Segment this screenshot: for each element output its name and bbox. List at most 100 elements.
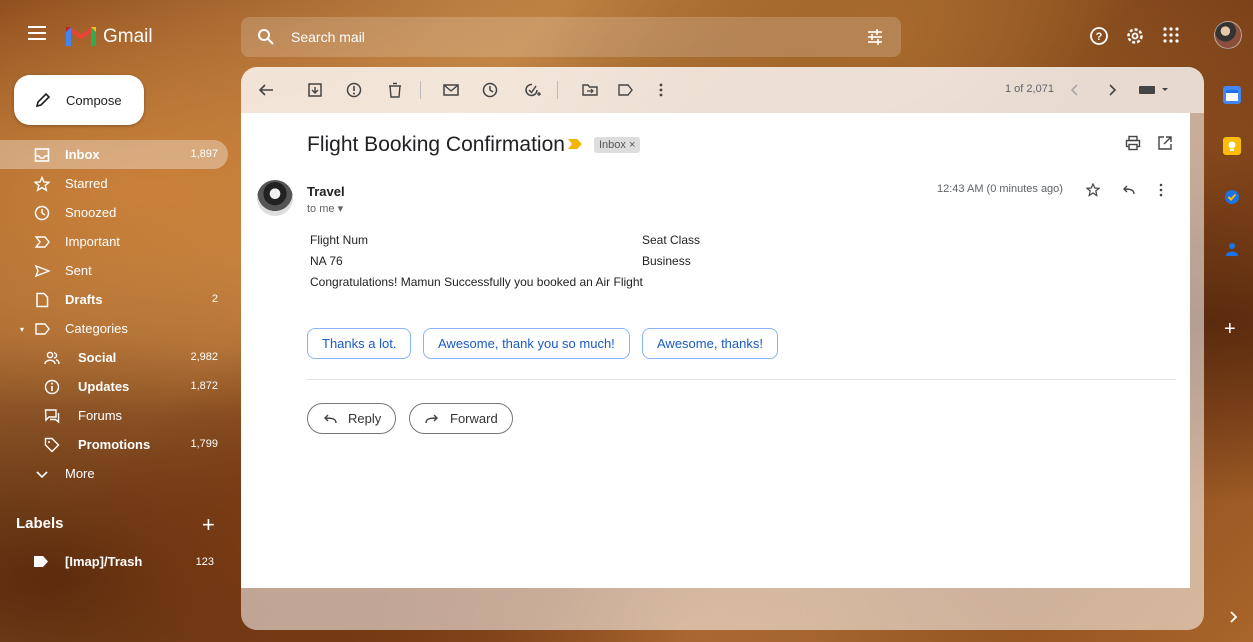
sidebar-item-important[interactable]: Important — [0, 227, 228, 256]
unread-count: 1,872 — [190, 380, 218, 392]
expand-side-panel-icon[interactable] — [1226, 610, 1240, 624]
reply-button[interactable]: Reply — [307, 403, 397, 434]
snooze-clock-icon[interactable] — [481, 81, 499, 99]
get-addons-icon[interactable]: + — [1224, 318, 1236, 341]
search-options-icon[interactable] — [866, 28, 884, 46]
forum-icon — [44, 408, 60, 424]
svg-text:?: ? — [1096, 31, 1103, 43]
sidebar-item-label: Forums — [78, 408, 123, 423]
seat-class-header: Seat Class — [642, 233, 701, 247]
search-input[interactable] — [291, 27, 811, 47]
sidebar-item-updates[interactable]: Updates 1,872 — [0, 372, 228, 401]
print-icon[interactable] — [1125, 135, 1141, 151]
sender-name[interactable]: Travel — [307, 184, 345, 199]
move-to-folder-icon[interactable] — [581, 81, 599, 99]
sidebar-item-categories[interactable]: ▾ Categories — [0, 314, 228, 343]
unread-count: 1,897 — [190, 148, 218, 160]
search-bar — [241, 17, 901, 57]
settings-gear-icon[interactable] — [1126, 27, 1144, 45]
label-tag-icon — [34, 556, 48, 567]
sidebar-item-more[interactable]: More — [0, 459, 228, 488]
apps-grid-icon[interactable] — [1163, 27, 1179, 43]
calendar-icon[interactable] — [1223, 86, 1241, 104]
reply-label: Reply — [348, 411, 382, 426]
archive-icon[interactable] — [306, 81, 324, 99]
unread-count: 1,799 — [190, 438, 218, 450]
input-tools-keyboard-icon[interactable] — [1139, 84, 1171, 102]
sender-avatar[interactable] — [257, 180, 293, 216]
clock-icon — [34, 205, 50, 221]
older-chevron-icon[interactable] — [1105, 83, 1123, 101]
contacts-icon[interactable] — [1223, 240, 1241, 258]
sidebar-item-label: Important — [65, 234, 120, 249]
sidebar-item-starred[interactable]: Starred — [0, 169, 228, 198]
newer-chevron-icon[interactable] — [1068, 83, 1086, 101]
keep-notes-icon[interactable] — [1223, 137, 1241, 155]
compose-button[interactable]: Compose — [14, 75, 144, 125]
sidebar-item-label: Updates — [78, 379, 130, 394]
smart-reply-button[interactable]: Awesome, thank you so much! — [423, 328, 630, 359]
sidebar-item-label: More — [65, 466, 95, 481]
reply-arrow-icon[interactable] — [1121, 183, 1135, 197]
sidebar-item-label: Promotions — [78, 437, 151, 452]
message-timestamp: 12:43 AM (0 minutes ago) — [937, 183, 1063, 195]
back-arrow-icon[interactable] — [257, 81, 275, 99]
sidebar-item-label: Drafts — [65, 292, 103, 307]
sidebar-item-label: Sent — [65, 263, 92, 278]
seat-class-value: Business — [642, 254, 691, 268]
sidebar-item-inbox[interactable]: Inbox 1,897 — [0, 140, 228, 169]
inbox-label-chip[interactable]: Inbox × — [594, 137, 641, 153]
add-task-icon[interactable] — [523, 81, 541, 99]
info-icon — [44, 379, 60, 395]
label-as-icon[interactable] — [617, 81, 635, 99]
star-icon — [34, 176, 50, 192]
gmail-logo-icon[interactable] — [66, 24, 96, 46]
labels-heading: Labels — [16, 515, 64, 532]
draft-icon — [34, 292, 50, 308]
draft-count: 2 — [211, 293, 218, 305]
message-content: Flight Booking Confirmation Inbox × Trav… — [241, 113, 1190, 588]
send-icon — [34, 263, 50, 279]
add-label-icon[interactable]: + — [202, 512, 215, 538]
label-count: 123 — [195, 556, 214, 568]
smart-reply-button[interactable]: Awesome, thanks! — [642, 328, 778, 359]
sidebar-item-snoozed[interactable]: Snoozed — [0, 198, 228, 227]
sidebar-item-label: Categories — [65, 321, 128, 336]
compose-label: Compose — [66, 93, 122, 108]
sidebar-item-social[interactable]: Social 2,982 — [0, 343, 228, 372]
sidebar-item-label: Starred — [65, 176, 108, 191]
sidebar-item-forums[interactable]: Forums — [0, 401, 228, 430]
sidebar-item-drafts[interactable]: Drafts 2 — [0, 285, 228, 314]
tasks-icon[interactable] — [1223, 188, 1241, 206]
chevron-down-icon — [34, 466, 50, 482]
people-icon — [44, 350, 60, 366]
app-name[interactable]: Gmail — [103, 26, 153, 48]
sidebar-item-sent[interactable]: Sent — [0, 256, 228, 285]
important-marker-icon[interactable] — [568, 139, 582, 149]
report-spam-icon[interactable] — [345, 81, 363, 99]
more-options-icon[interactable] — [1158, 183, 1164, 197]
recipient-details[interactable]: to me ▾ — [307, 202, 343, 215]
delete-trash-icon[interactable] — [386, 81, 404, 99]
help-icon[interactable]: ? — [1090, 27, 1108, 45]
open-in-new-window-icon[interactable] — [1157, 135, 1173, 151]
account-avatar[interactable] — [1214, 21, 1242, 49]
sidebar-item-label: Inbox — [65, 147, 100, 162]
more-options-icon[interactable] — [652, 81, 670, 99]
sidebar-nav: Inbox 1,897 Starred Snoozed Important Se… — [0, 140, 232, 488]
expand-caret-icon[interactable]: ▾ — [20, 325, 24, 334]
toolbar-divider — [420, 81, 421, 99]
flight-num-header: Flight Num — [310, 233, 369, 247]
forward-button[interactable]: Forward — [409, 403, 513, 434]
sidebar-item-promotions[interactable]: Promotions 1,799 — [0, 430, 228, 459]
sidebar-item-imap-trash[interactable]: [Imap]/Trash 123 — [0, 547, 228, 576]
reply-arrow-icon — [322, 412, 338, 426]
pagination-text: 1 of 2,071 — [1005, 83, 1054, 95]
mark-unread-icon[interactable] — [442, 81, 460, 99]
message-subject: Flight Booking Confirmation — [307, 133, 565, 156]
smart-reply-button[interactable]: Thanks a lot. — [307, 328, 412, 359]
search-icon[interactable] — [257, 28, 275, 46]
main-menu-icon[interactable] — [28, 26, 46, 40]
label-icon — [34, 321, 50, 337]
star-icon[interactable] — [1086, 183, 1100, 197]
